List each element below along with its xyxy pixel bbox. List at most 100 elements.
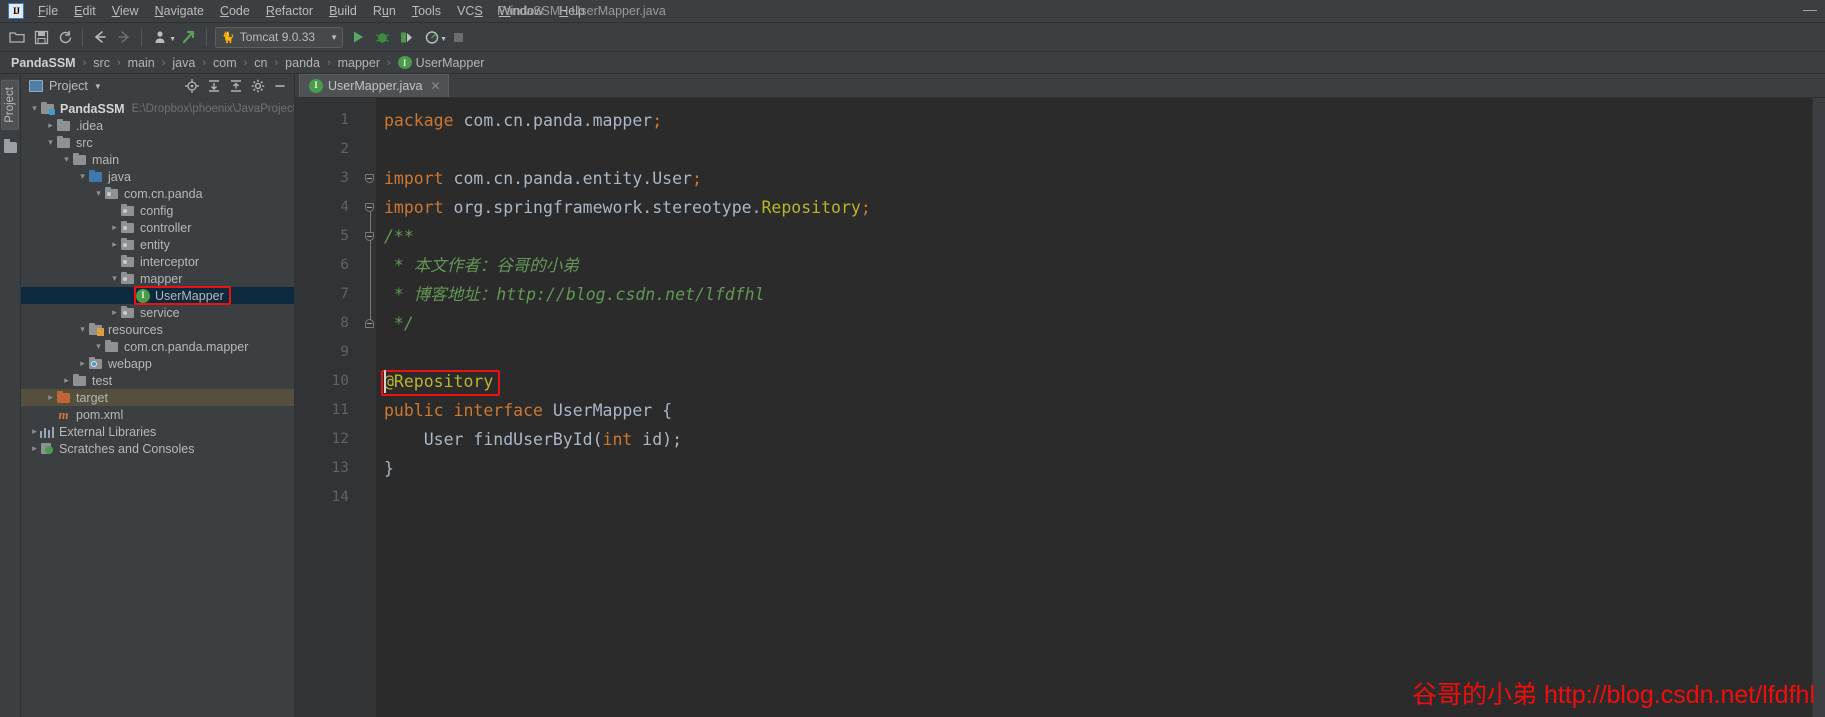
- chevron-down-icon[interactable]: [93, 341, 104, 352]
- project-tree[interactable]: PandaSSM E:\Dropbox\phoenix\JavaProjects\…: [21, 98, 294, 717]
- hide-panel-icon[interactable]: [270, 76, 290, 96]
- breadcrumb-item-6[interactable]: panda: [282, 55, 323, 71]
- tree-item-external-libraries[interactable]: External Libraries: [21, 423, 294, 440]
- tree-item-usermapper[interactable]: I UserMapper: [21, 286, 294, 305]
- chevron-right-icon[interactable]: [29, 443, 40, 454]
- code-line-4[interactable]: import org.springframework.stereotype.Re…: [376, 193, 1812, 222]
- chevron-down-icon[interactable]: [77, 171, 88, 182]
- chevron-right-icon[interactable]: [109, 307, 120, 318]
- menu-edit[interactable]: Edit: [66, 2, 104, 20]
- code-line-11[interactable]: public interface UserMapper {: [376, 396, 1812, 425]
- menu-navigate[interactable]: Navigate: [147, 2, 212, 20]
- breadcrumb-item-7[interactable]: mapper: [335, 55, 383, 71]
- code-line-10[interactable]: @Repository: [376, 367, 1812, 396]
- chevron-down-icon[interactable]: [61, 154, 72, 165]
- tab-usermapper-java[interactable]: I UserMapper.java ✕: [299, 74, 449, 97]
- debug-icon[interactable]: [370, 26, 394, 48]
- chevron-down-icon[interactable]: [93, 188, 104, 199]
- code-line-5[interactable]: /**: [376, 222, 1812, 251]
- menu-vcs[interactable]: VCS: [449, 2, 491, 20]
- code-line-6[interactable]: * 本文作者：谷哥的小弟: [376, 251, 1812, 280]
- tree-item-config[interactable]: config: [21, 202, 294, 219]
- stripe-tab-project[interactable]: Project: [1, 80, 19, 130]
- tree-item-pandassm[interactable]: PandaSSM E:\Dropbox\phoenix\JavaProjects\…: [21, 100, 294, 117]
- tree-item--idea[interactable]: .idea: [21, 117, 294, 134]
- code-line-3[interactable]: import com.cn.panda.entity.User;: [376, 164, 1812, 193]
- tree-item-pom-xml[interactable]: m pom.xml: [21, 406, 294, 423]
- chevron-right-icon[interactable]: [109, 239, 120, 250]
- fold-toggle-icon[interactable]: [365, 232, 374, 241]
- code-content[interactable]: package com.cn.panda.mapper; import com.…: [376, 98, 1812, 717]
- fold-toggle-icon[interactable]: [365, 203, 374, 212]
- chevron-down-icon[interactable]: [109, 273, 120, 284]
- code-line-8[interactable]: */: [376, 309, 1812, 338]
- breadcrumb-item-8[interactable]: I UserMapper: [395, 55, 488, 71]
- sync-icon[interactable]: [53, 26, 77, 48]
- menu-file[interactable]: File: [30, 2, 66, 20]
- chevron-right-icon[interactable]: [45, 120, 56, 131]
- chevron-down-icon[interactable]: ▼: [94, 82, 102, 91]
- fold-toggle-icon[interactable]: [365, 174, 374, 183]
- tree-item-entity[interactable]: entity: [21, 236, 294, 253]
- open-folder-icon[interactable]: [5, 26, 29, 48]
- code-line-13[interactable]: }: [376, 454, 1812, 483]
- breadcrumb-item-4[interactable]: com: [210, 55, 240, 71]
- tree-item-mapper[interactable]: mapper: [21, 270, 294, 287]
- tree-item-src[interactable]: src: [21, 134, 294, 151]
- run-icon[interactable]: [346, 26, 370, 48]
- tree-item-controller[interactable]: controller: [21, 219, 294, 236]
- close-icon[interactable]: ✕: [431, 79, 441, 93]
- tree-item-test[interactable]: test: [21, 372, 294, 389]
- tree-item-main[interactable]: main: [21, 151, 294, 168]
- tree-item-com-cn-panda[interactable]: com.cn.panda: [21, 185, 294, 202]
- menu-code[interactable]: Code: [212, 2, 258, 20]
- locate-icon[interactable]: [182, 76, 202, 96]
- code-line-1[interactable]: package com.cn.panda.mapper;: [376, 106, 1812, 135]
- menu-run[interactable]: Run: [365, 2, 404, 20]
- expand-all-icon[interactable]: [204, 76, 224, 96]
- tree-item-target[interactable]: target: [21, 389, 294, 406]
- code-line-7[interactable]: * 博客地址：http://blog.csdn.net/lfdfhl: [376, 280, 1812, 309]
- code-line-9[interactable]: [376, 338, 1812, 367]
- chevron-right-icon[interactable]: [109, 222, 120, 233]
- profile-icon[interactable]: ▼: [147, 26, 177, 48]
- project-panel-title[interactable]: Project: [49, 79, 88, 93]
- breadcrumb-item-2[interactable]: main: [125, 55, 158, 71]
- chevron-down-icon[interactable]: [77, 324, 88, 335]
- structure-icon[interactable]: [3, 138, 17, 153]
- breadcrumb-item-3[interactable]: java: [169, 55, 198, 71]
- chevron-right-icon[interactable]: [45, 392, 56, 403]
- chevron-right-icon[interactable]: [29, 426, 40, 437]
- tree-item-java[interactable]: java: [21, 168, 294, 185]
- tree-item-com-cn-panda-mapper[interactable]: com.cn.panda.mapper: [21, 338, 294, 355]
- code-line-2[interactable]: [376, 135, 1812, 164]
- menu-build[interactable]: Build: [321, 2, 365, 20]
- run-coverage-icon[interactable]: [394, 26, 418, 48]
- minimize-button[interactable]: —: [1803, 2, 1817, 16]
- editor-scrollbar[interactable]: [1812, 98, 1825, 717]
- chevron-down-icon[interactable]: [45, 137, 56, 148]
- chevron-down-icon[interactable]: [29, 103, 40, 114]
- menu-refactor[interactable]: Refactor: [258, 2, 321, 20]
- breadcrumb-item-1[interactable]: src: [90, 55, 113, 71]
- code-line-14[interactable]: [376, 483, 1812, 512]
- collapse-all-icon[interactable]: [226, 76, 246, 96]
- fold-toggle-icon[interactable]: [365, 319, 374, 328]
- tree-item-service[interactable]: service: [21, 304, 294, 321]
- profiler-icon[interactable]: ▼: [418, 26, 447, 48]
- breadcrumb-item-0[interactable]: PandaSSM: [8, 55, 79, 71]
- chevron-right-icon[interactable]: [61, 375, 72, 386]
- tree-item-interceptor[interactable]: interceptor: [21, 253, 294, 270]
- code-line-12[interactable]: User findUserById(int id);: [376, 425, 1812, 454]
- tree-item-resources[interactable]: resources: [21, 321, 294, 338]
- breadcrumb-item-5[interactable]: cn: [251, 55, 270, 71]
- save-icon[interactable]: [29, 26, 53, 48]
- menu-tools[interactable]: Tools: [404, 2, 449, 20]
- tree-item-scratches-and-consoles[interactable]: Scratches and Consoles: [21, 440, 294, 457]
- tree-item-webapp[interactable]: webapp: [21, 355, 294, 372]
- chevron-right-icon[interactable]: [77, 358, 88, 369]
- vcs-update-icon[interactable]: [177, 26, 201, 48]
- gear-icon[interactable]: [248, 76, 268, 96]
- code-folding-gutter[interactable]: [363, 98, 376, 717]
- code-editor[interactable]: 1 2 3 4 5 6 7 8 9 10 11 12 13 14 package com.cn.panda…: [295, 98, 1825, 717]
